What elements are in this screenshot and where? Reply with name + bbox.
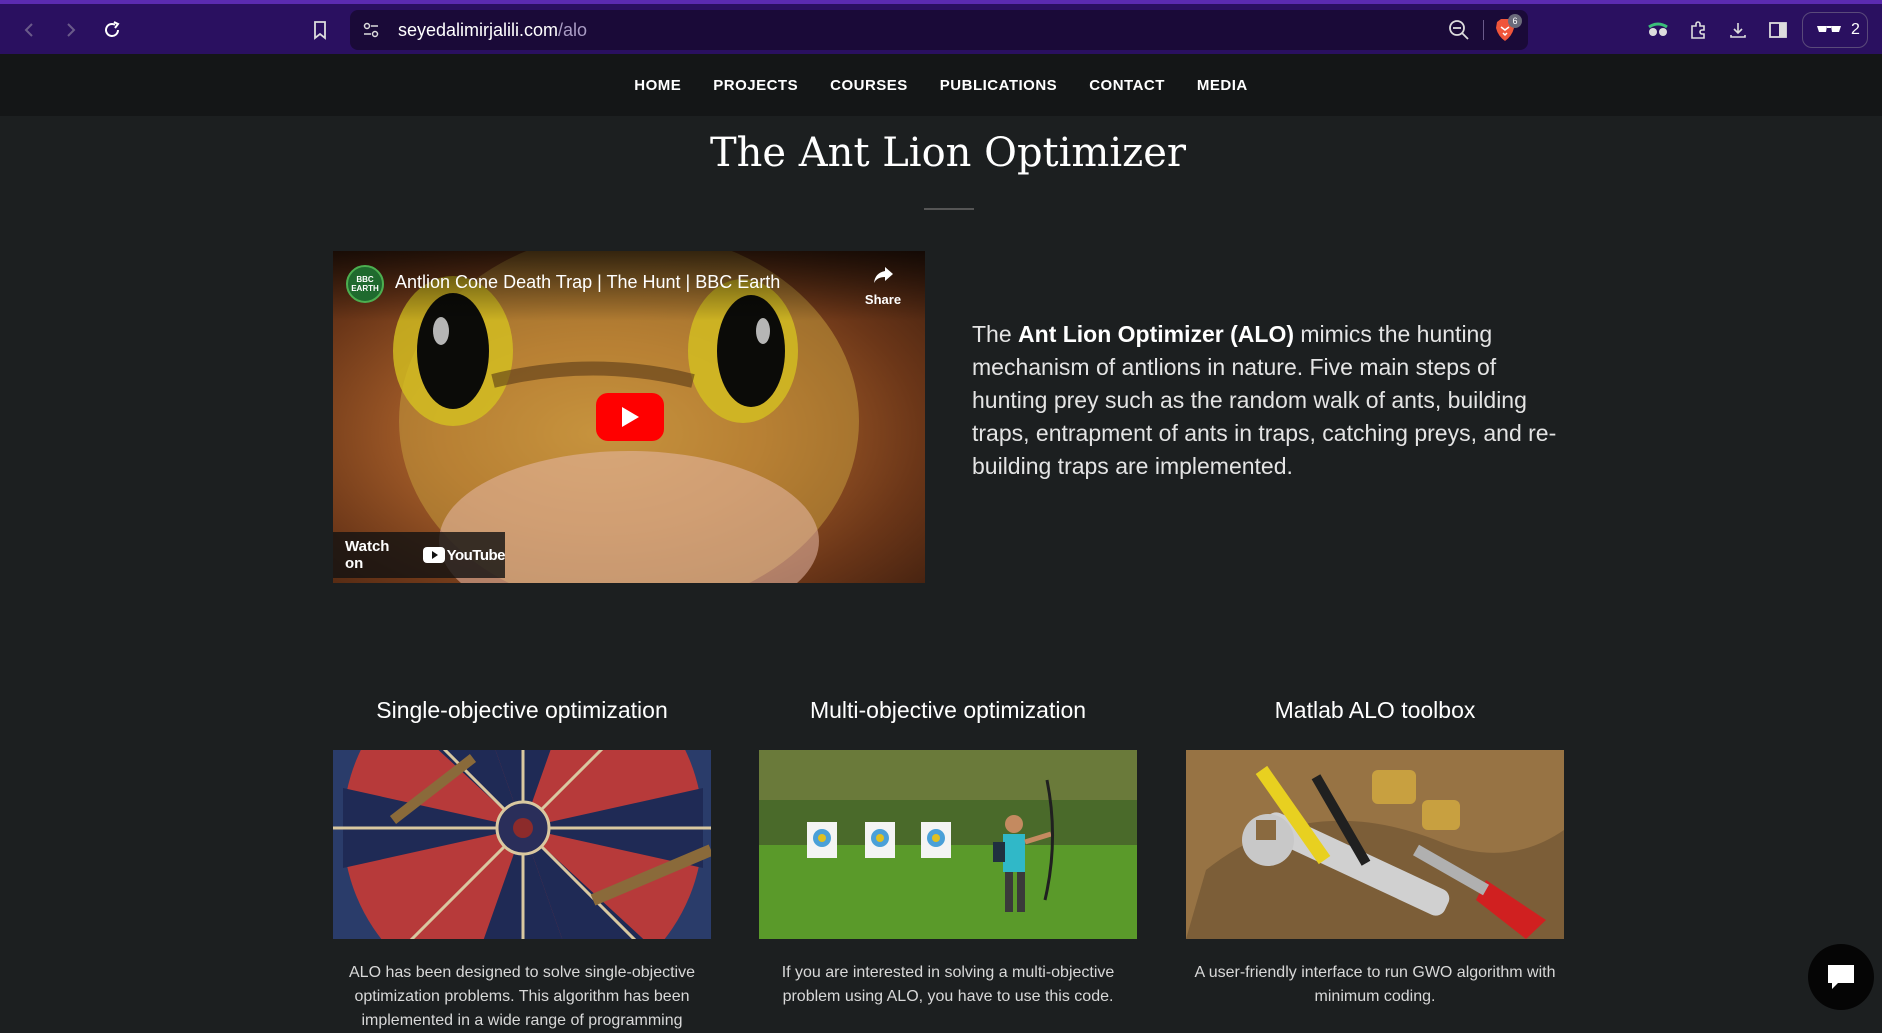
profile-button[interactable]: 2 [1802, 12, 1868, 48]
nav-courses[interactable]: COURSES [830, 77, 908, 94]
card-matlab-toolbox: Matlab ALO toolbox A user-friendly inter… [1186, 690, 1564, 1009]
vpn-button[interactable] [1644, 16, 1672, 44]
card-title[interactable]: Multi-objective optimization [759, 690, 1137, 750]
shields-count-badge: 6 [1508, 14, 1522, 28]
card-title[interactable]: Single-objective optimization [333, 690, 711, 750]
watch-on-youtube-button[interactable]: Watch on YouTube [333, 532, 506, 578]
private-glasses-icon [1817, 26, 1841, 32]
nav-publications[interactable]: PUBLICATIONS [940, 77, 1057, 94]
intro-paragraph: The Ant Lion Optimizer (ALO) mimics the … [972, 318, 1572, 483]
download-icon [1730, 23, 1746, 38]
reload-icon [105, 21, 120, 37]
sidebar-button[interactable] [1764, 16, 1792, 44]
url-text[interactable]: seyedalimirjalili.com/alo [398, 20, 587, 41]
tools-image[interactable] [1186, 750, 1564, 939]
share-label: Share [864, 292, 902, 307]
forward-arrow-icon [67, 23, 76, 37]
site-navigation: HOME PROJECTS COURSES PUBLICATIONS CONTA… [0, 54, 1882, 116]
card-description: If you are interested in solving a multi… [781, 964, 1115, 1005]
youtube-play-icon [422, 547, 445, 563]
card-single-objective: Single-objective optimization ALO has be… [333, 690, 711, 1033]
page-title: The Ant Lion Optimizer [709, 130, 1187, 176]
video-title[interactable]: Antlion Cone Death Trap | The Hunt | BBC… [395, 272, 780, 293]
archery-image[interactable] [759, 750, 1137, 939]
downloads-button[interactable] [1724, 16, 1752, 44]
play-icon [622, 407, 639, 427]
card-description: ALO has been designed to solve single-ob… [349, 964, 695, 1029]
url-path: /alo [558, 20, 588, 40]
sidebar-icon [1769, 22, 1787, 38]
extensions-button[interactable] [1684, 16, 1712, 44]
chat-bubble-icon [1828, 965, 1854, 989]
intro-text-lead: The [972, 321, 1019, 347]
bookmark-icon [314, 21, 326, 40]
card-multi-objective: Multi-objective optimization If you are … [759, 690, 1137, 1009]
forward-button[interactable] [56, 16, 84, 44]
play-button[interactable] [596, 393, 664, 441]
nav-home[interactable]: HOME [634, 77, 681, 94]
card-title[interactable]: Matlab ALO toolbox [1186, 690, 1564, 750]
bookmark-button[interactable] [306, 16, 334, 44]
reload-button[interactable] [98, 16, 126, 44]
url-domain: seyedalimirjalili.com [398, 20, 559, 40]
back-button[interactable] [16, 16, 44, 44]
site-settings-icon[interactable] [362, 21, 380, 39]
address-bar[interactable]: seyedalimirjalili.com/alo 6 [350, 10, 1528, 50]
nav-contact[interactable]: CONTACT [1089, 77, 1165, 94]
zoom-out-icon[interactable] [1448, 19, 1470, 41]
youtube-video-embed[interactable]: BBC EARTH Antlion Cone Death Trap | The … [333, 251, 925, 583]
title-divider [924, 208, 974, 210]
card-description: A user-friendly interface to run GWO alg… [1194, 964, 1556, 1005]
intro-algorithm-name: Ant Lion Optimizer (ALO) [1018, 321, 1294, 347]
channel-avatar[interactable]: BBC EARTH [346, 265, 384, 303]
chat-widget-button[interactable] [1808, 944, 1874, 1010]
browser-toolbar: seyedalimirjalili.com/alo 6 2 [0, 0, 1882, 54]
address-divider [1483, 20, 1484, 40]
spy-glasses-icon [1648, 22, 1668, 36]
nav-media[interactable]: MEDIA [1197, 77, 1248, 94]
youtube-logo: YouTube [422, 546, 506, 564]
nav-projects[interactable]: PROJECTS [713, 77, 798, 94]
back-arrow-icon [24, 23, 33, 37]
puzzle-icon [1691, 21, 1705, 39]
share-arrow-icon [874, 267, 893, 283]
watch-on-label: Watch on [345, 538, 390, 572]
profile-count: 2 [1851, 21, 1860, 38]
youtube-wordmark: YouTube [446, 546, 506, 564]
darts-image[interactable] [333, 750, 711, 939]
share-button[interactable]: Share [855, 265, 911, 307]
